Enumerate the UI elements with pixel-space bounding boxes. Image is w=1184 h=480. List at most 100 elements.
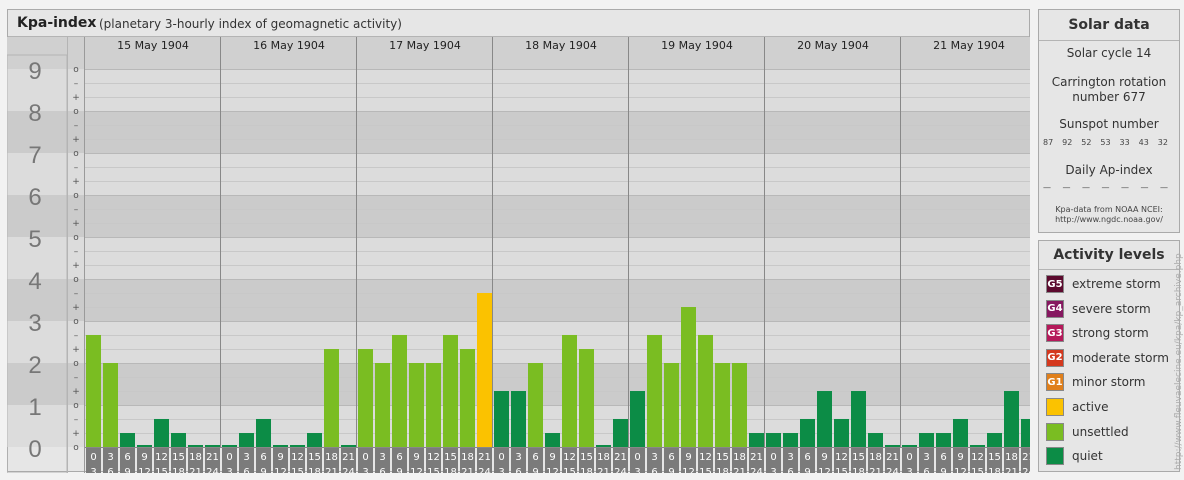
ap-value: — — [1082, 183, 1090, 192]
interval-start-label: 6 — [124, 452, 130, 463]
activity-levels-title: Activity levels — [1053, 247, 1165, 263]
day-label: 19 May 1904 — [661, 39, 733, 52]
kp-bar — [511, 391, 526, 447]
interval-start-label: 9 — [413, 452, 419, 463]
kp-bar — [528, 363, 543, 447]
kp-band — [7, 321, 1030, 363]
kp-bar — [579, 349, 594, 447]
interval-end-label: 9 — [260, 467, 266, 473]
interval-end-label: 18 — [716, 467, 729, 473]
interval-start-label: 9 — [549, 452, 555, 463]
kp-bar — [120, 433, 135, 447]
interval-start-label: 3 — [651, 452, 657, 463]
interval-start-label: 0 — [770, 452, 776, 463]
y-tick-label: 6 — [28, 184, 41, 211]
interval-end-label: 15 — [835, 467, 848, 473]
interval-end-label: 12 — [818, 467, 831, 473]
y-subtick-label: + — [72, 261, 80, 271]
kp-bar — [800, 418, 815, 447]
kp-bar — [936, 433, 951, 447]
legend-item: active — [1046, 398, 1108, 416]
legend-swatch: G3 — [1046, 324, 1064, 343]
solar-cycle: Solar cycle 14 — [1066, 46, 1152, 60]
legend-item: G3 strong storm — [1046, 324, 1149, 343]
legend-item: G2 moderate storm — [1046, 348, 1169, 367]
interval-start-label: 6 — [668, 452, 674, 463]
kp-bar — [1021, 418, 1030, 447]
interval-end-label: 21 — [869, 467, 882, 473]
kp-bar — [749, 433, 764, 447]
kp-bar — [341, 445, 356, 447]
y-subtick-label: – — [74, 79, 79, 89]
y-subtick-label: o — [73, 401, 79, 411]
y-subtick-label: o — [73, 191, 79, 201]
interval-end-label: 12 — [410, 467, 423, 473]
legend-item: quiet — [1046, 447, 1103, 466]
interval-end-label: 15 — [563, 467, 576, 473]
legend-item: G4 severe storm — [1046, 299, 1151, 318]
interval-end-label: 6 — [107, 467, 113, 473]
sunspot-title: Sunspot number — [1059, 117, 1159, 131]
interval-start-label: 18 — [733, 452, 746, 463]
interval-end-label: 18 — [308, 467, 321, 473]
interval-end-label: 21 — [733, 467, 746, 473]
y-subtick-label: o — [73, 65, 79, 75]
interval-start-label: 12 — [291, 452, 304, 463]
interval-end-label: 24 — [206, 467, 219, 473]
ap-index-title: Daily Ap-index — [1065, 163, 1153, 177]
kp-bar — [222, 445, 237, 447]
interval-start-label: 15 — [308, 452, 321, 463]
kp-bar — [630, 391, 645, 447]
interval-end-label: 3 — [498, 467, 504, 473]
interval-start-label: 3 — [923, 452, 929, 463]
kp-bar — [732, 363, 747, 447]
legend-item: G1 minor storm — [1046, 373, 1145, 392]
legend-label: unsettled — [1072, 424, 1129, 439]
kp-bar — [205, 445, 220, 447]
y-subtick-label: + — [72, 429, 80, 439]
y-tick-label: 4 — [28, 268, 41, 295]
kpa-bar-chart: 0123456789o+–o+–o+–o+–o+–o+–o+–o+–o+–o15… — [7, 37, 1030, 473]
interval-start-label: 9 — [685, 452, 691, 463]
interval-end-label: 3 — [634, 467, 640, 473]
legend-swatch — [1046, 398, 1064, 416]
kp-bar — [647, 334, 662, 447]
interval-start-label: 3 — [515, 452, 521, 463]
legend-item: G5 extreme storm — [1046, 275, 1161, 293]
kp-bar — [766, 433, 781, 447]
kp-bar — [188, 445, 203, 447]
kp-bar — [919, 433, 934, 447]
kpa-chart-panel: Kpa-index (planetary 3-hourly index of g… — [7, 9, 1030, 473]
interval-start-label: 21 — [1022, 452, 1030, 463]
interval-start-label: 0 — [362, 452, 368, 463]
kp-band — [7, 111, 1030, 153]
ap-value: — — [1160, 183, 1168, 192]
legend-label: active — [1072, 400, 1109, 414]
interval-end-label: 12 — [274, 467, 287, 473]
kp-bar — [545, 433, 560, 447]
interval-end-label: 3 — [90, 467, 96, 473]
y-subtick-label: – — [74, 373, 79, 383]
interval-end-label: 12 — [954, 467, 967, 473]
interval-start-label: 0 — [906, 452, 912, 463]
kp-bar — [494, 391, 509, 447]
interval-end-label: 6 — [515, 467, 521, 473]
kp-bar — [171, 433, 186, 447]
interval-start-label: 6 — [260, 452, 266, 463]
interval-start-label: 21 — [206, 452, 219, 463]
interval-start-label: 12 — [155, 452, 168, 463]
interval-end-label: 24 — [886, 467, 899, 473]
interval-end-label: 18 — [988, 467, 1001, 473]
kp-bar — [987, 433, 1002, 447]
kp-bar — [817, 391, 832, 447]
interval-start-label: 21 — [342, 452, 355, 463]
ap-value: — — [1101, 183, 1110, 192]
solar-data-title: Solar data — [1068, 17, 1150, 33]
solar-title-divider — [1039, 40, 1179, 41]
kp-bar — [154, 418, 169, 447]
interval-end-label: 9 — [124, 467, 130, 473]
interval-start-label: 21 — [478, 452, 491, 463]
kp-bar — [103, 363, 118, 447]
interval-end-label: 3 — [906, 467, 912, 473]
sunspot-value: 92 — [1062, 138, 1073, 147]
